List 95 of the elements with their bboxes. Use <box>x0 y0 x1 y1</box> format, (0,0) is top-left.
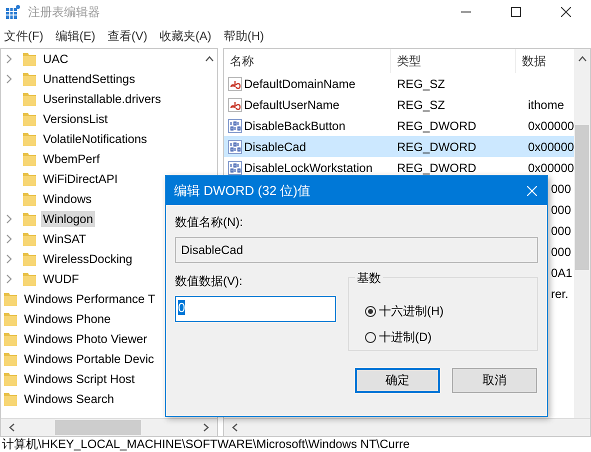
tree-item[interactable]: WUDF <box>41 271 81 287</box>
binary-value-icon <box>228 140 242 154</box>
folder-icon <box>23 212 36 226</box>
tree-item[interactable]: Windows Performance T <box>22 291 158 307</box>
close-icon <box>527 186 537 196</box>
folder-icon <box>23 52 36 66</box>
folder-icon <box>23 112 36 126</box>
folder-icon <box>4 392 17 406</box>
folder-icon <box>4 312 17 326</box>
menu-item[interactable]: 查看(V) <box>107 28 148 44</box>
table-cell: 000 <box>551 182 572 196</box>
table-cell: 0x00000 <box>528 160 574 174</box>
table-cell-text: REG_DWORD <box>396 118 478 132</box>
table-cell: 000 <box>551 244 572 258</box>
folder-icon <box>4 352 17 366</box>
table-cell: ithome <box>528 98 564 112</box>
tree-item[interactable]: Windows Portable Devic <box>22 351 156 367</box>
column-header[interactable]: 名称 <box>224 49 391 73</box>
table-cell: 0x00000 <box>528 118 574 132</box>
folder-icon <box>4 372 17 386</box>
name-field[interactable]: DisableCad <box>175 237 538 263</box>
tree-item[interactable]: WinSAT <box>41 231 88 247</box>
column-header[interactable]: 类型 <box>391 49 516 73</box>
table-cell: 0A1 <box>551 266 572 280</box>
folder-icon <box>23 72 36 86</box>
scroll-up-icon <box>578 56 586 62</box>
scroll-left-icon <box>232 423 238 432</box>
binary-value-icon <box>228 160 242 174</box>
binary-value-icon <box>228 118 242 132</box>
field-label: 数值名称(N): <box>175 214 244 231</box>
table-cell-text: REG_SZ <box>396 98 446 112</box>
horizontal-scrollbar[interactable] <box>224 418 590 436</box>
tree-item[interactable]: UAC <box>41 51 70 67</box>
table-cell: 000 <box>551 202 572 216</box>
close-icon <box>561 7 571 17</box>
table-cell-text: REG_SZ <box>396 76 446 90</box>
registry-icon <box>6 5 20 19</box>
scroll-up-icon <box>204 56 214 62</box>
folder-icon <box>23 272 36 286</box>
tree-item[interactable]: WbemPerf <box>41 151 102 167</box>
folder-icon <box>23 192 36 206</box>
tree-item[interactable]: UnattendSettings <box>41 71 138 87</box>
field-label: 数值数据(V): <box>175 273 244 290</box>
table-cell: 000 <box>551 224 572 238</box>
table-cell: 0x00000 <box>528 140 574 154</box>
tree-item[interactable]: VolatileNotifications <box>41 131 150 147</box>
tree-item[interactable]: WiFiDirectAPI <box>41 171 120 187</box>
input-field[interactable]: 0 <box>175 296 336 322</box>
tree-item[interactable]: Windows <box>41 191 94 207</box>
scrollbar-thumb[interactable] <box>575 125 589 270</box>
table-cell-text: REG_DWORD <box>396 160 478 174</box>
string-value-icon <box>228 98 242 112</box>
maximize-icon <box>511 7 521 17</box>
horizontal-scrollbar[interactable] <box>1 418 217 436</box>
folder-icon <box>23 132 36 146</box>
value-name[interactable]: DefaultDomainName <box>244 76 356 90</box>
tree-item[interactable]: Windows Phone <box>22 311 113 327</box>
tree-item[interactable]: Windows Search <box>22 391 116 407</box>
group-label: 基数 <box>355 270 383 287</box>
folder-icon <box>23 252 36 266</box>
folder-icon <box>23 92 36 106</box>
value-name[interactable]: DefaultUserName <box>244 98 340 112</box>
menu-item[interactable]: 文件(F) <box>4 28 44 44</box>
table-cell: rer. <box>551 286 568 300</box>
value-name[interactable]: DisableLockWorkstation <box>244 160 373 174</box>
tree-item[interactable]: Winlogon <box>41 211 96 227</box>
menu-item[interactable]: 帮助(H) <box>223 28 264 44</box>
scrollbar-thumb[interactable] <box>55 420 141 435</box>
column-header[interactable]: 数据 <box>516 49 574 73</box>
folder-icon <box>4 292 17 306</box>
scroll-right-icon <box>203 423 209 432</box>
window-title: 注册表编辑器 <box>28 4 100 20</box>
vertical-scrollbar[interactable] <box>574 49 590 418</box>
folder-icon <box>4 332 17 346</box>
string-value-icon <box>228 76 242 90</box>
tree-item[interactable]: Windows Script Host <box>22 371 137 387</box>
tree-item[interactable]: WirelessDocking <box>41 251 134 267</box>
scroll-left-icon <box>9 423 15 432</box>
folder-icon <box>23 172 36 186</box>
dialog-title: 编辑 DWORD (32 位)值 <box>174 182 310 200</box>
value-name[interactable]: DisableCad <box>244 140 306 154</box>
tree-item[interactable]: VersionsList <box>41 111 110 127</box>
table-cell-text: REG_DWORD <box>396 140 478 154</box>
radio-button[interactable]: 十进制(D) <box>365 324 537 350</box>
folder-icon <box>23 232 36 246</box>
radio-button[interactable]: 十六进制(H) <box>365 298 537 324</box>
tree-item[interactable]: Windows Photo Viewer <box>22 331 150 347</box>
cancel-button[interactable]: 取消 <box>452 368 537 393</box>
menu-item[interactable]: 收藏夹(A) <box>159 28 212 44</box>
ok-button[interactable]: 确定 <box>355 368 440 393</box>
folder-icon <box>23 152 36 166</box>
value-name[interactable]: DisableBackButton <box>244 118 346 132</box>
status-path: 计算机\HKEY_LOCAL_MACHINE\SOFTWARE\Microsoft\Windows NT\Curre <box>1 437 411 452</box>
menu-item[interactable]: 编辑(E) <box>55 28 96 44</box>
tree-item[interactable]: Userinstallable.drivers <box>41 91 164 107</box>
